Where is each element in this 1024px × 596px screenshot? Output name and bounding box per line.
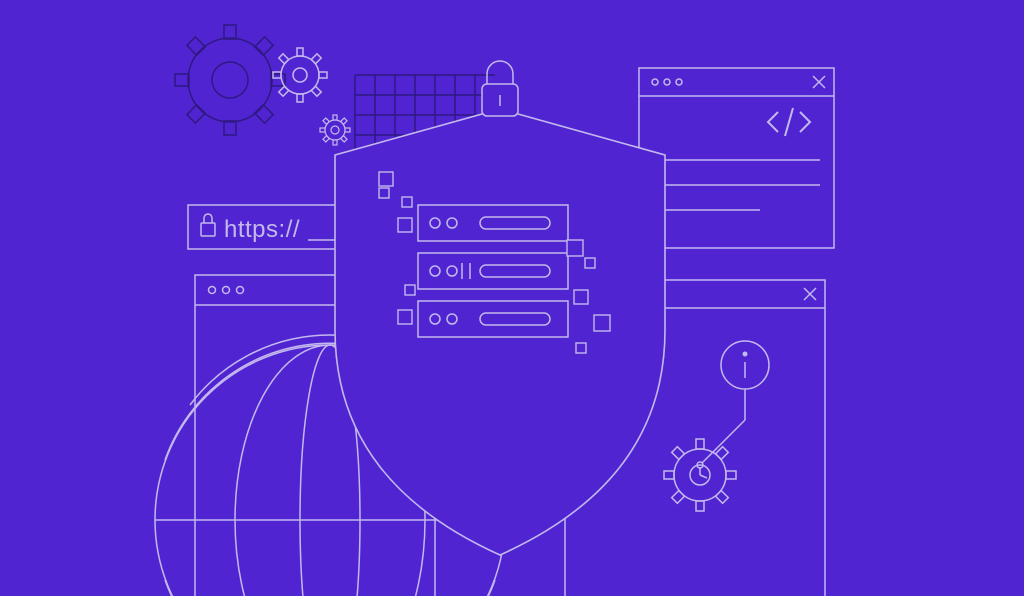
- server-stack-icon: [418, 205, 568, 337]
- gear-icon-large: [152, 2, 308, 158]
- gear-icon-small: [314, 109, 356, 151]
- security-illustration: https://: [0, 0, 1024, 596]
- padlock-icon: [482, 61, 518, 116]
- code-window: [639, 68, 834, 248]
- gear-icon-medium: [262, 37, 338, 113]
- url-protocol-text: https://: [224, 216, 300, 244]
